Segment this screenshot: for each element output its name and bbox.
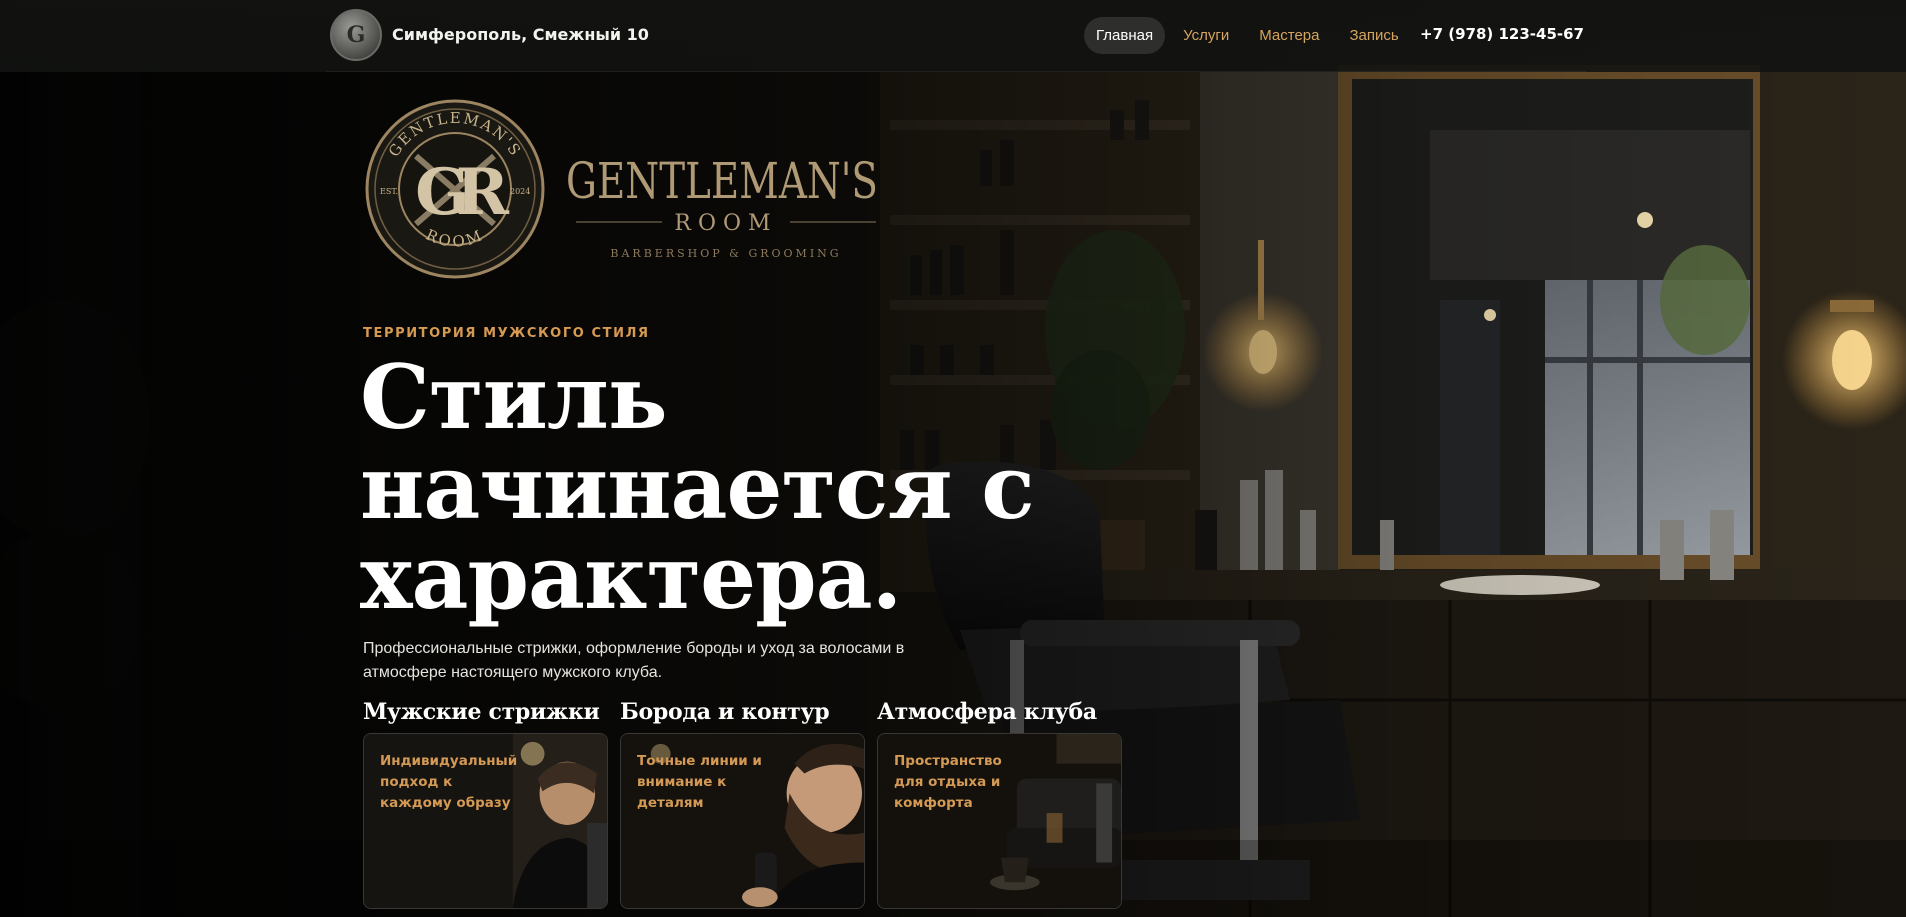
- main-nav: Главная Услуги Мастера Запись: [1084, 16, 1417, 54]
- service-title-beard: Борода и контур: [620, 699, 830, 725]
- service-title-haircuts: Мужские стрижки: [363, 699, 600, 725]
- hero-headline-line-1: Стиль: [360, 345, 668, 449]
- service-text-beard: Точные линии и внимание к деталям: [637, 753, 762, 811]
- phone-link[interactable]: +7 (978) 123-45-67: [1420, 25, 1584, 43]
- top-navigation-bar: G Симферополь, Смежный 10 Главная Услуги…: [0, 0, 1906, 72]
- hero-headline-line-3: характера.: [360, 525, 902, 629]
- top-navigation-inner: G Симферополь, Смежный 10 Главная Услуги…: [326, 0, 1586, 72]
- hero-headline-line-2: начинается с: [360, 435, 1035, 539]
- service-title-atmosphere: Атмосфера клуба: [877, 699, 1097, 725]
- hero-subtitle: Профессиональные стрижки, оформление бор…: [363, 640, 905, 681]
- page: G Симферополь, Смежный 10 Главная Услуги…: [0, 0, 1906, 917]
- brand-logo-button[interactable]: G: [330, 9, 382, 61]
- service-text-haircuts: Индивидуальный подход к каждому образу: [380, 753, 518, 811]
- gentlemans-room-emblem: GENTLEMAN'S ROOM EST. 2024 GR: [365, 99, 545, 279]
- hero-headline: Стиль начинается с характера.: [360, 352, 1120, 622]
- nav-item-booking[interactable]: Запись: [1337, 17, 1410, 54]
- service-text-atmosphere: Пространство для отдыха и комфорта: [894, 753, 1002, 811]
- service-card-atmosphere[interactable]: Пространство для отдыха и комфорта: [877, 733, 1122, 909]
- nav-item-masters[interactable]: Мастера: [1247, 17, 1331, 54]
- svg-text:ROOM: ROOM: [674, 211, 777, 236]
- svg-text:BARBERSHOP & GROOMING: BARBERSHOP & GROOMING: [610, 247, 841, 260]
- hero-eyebrow: ТЕРРИТОРИЯ МУЖСКОГО СТИЛЯ: [363, 326, 650, 341]
- nav-item-services[interactable]: Услуги: [1171, 17, 1241, 54]
- svg-text:EST.: EST.: [380, 187, 398, 196]
- svg-text:GENTLEMAN'S: GENTLEMAN'S: [566, 152, 878, 210]
- service-card-beard[interactable]: Точные линии и внимание к деталям: [620, 733, 865, 909]
- svg-text:2024: 2024: [510, 187, 530, 196]
- gentlemans-room-wordmark: GENTLEMAN'S ROOM BARBERSHOP & GROOMING: [566, 152, 878, 260]
- address-text: Симферополь, Смежный 10: [392, 25, 649, 44]
- nav-item-home[interactable]: Главная: [1084, 16, 1166, 54]
- service-card-haircuts[interactable]: Индивидуальный подход к каждому образу: [363, 733, 608, 909]
